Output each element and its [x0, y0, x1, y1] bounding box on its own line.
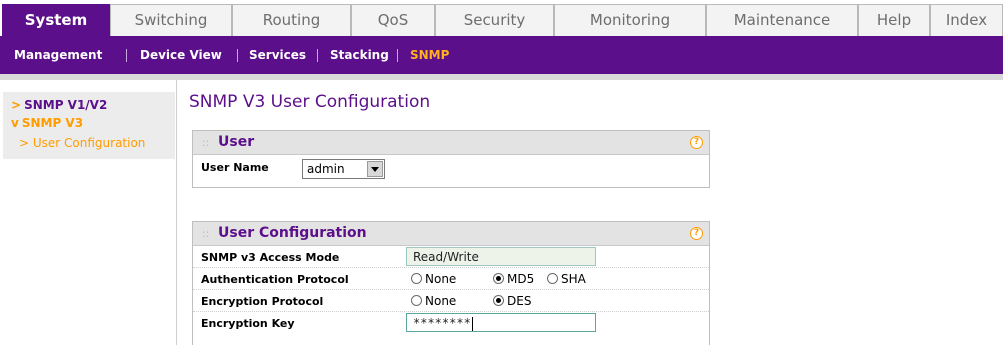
subnav-separator	[126, 49, 127, 62]
access-mode-row: SNMP v3 Access Mode Read/Write	[193, 246, 709, 268]
encryption-key-input[interactable]: ********	[406, 313, 596, 332]
drag-dots-icon: ::	[202, 227, 210, 240]
subnav-separator	[317, 49, 318, 62]
auth-md5-radio[interactable]: MD5	[493, 272, 534, 286]
help-icon[interactable]: ?	[690, 136, 703, 149]
encryption-key-value: ********	[413, 316, 473, 331]
top-nav: System Switching Routing QoS Security Mo…	[0, 0, 1003, 36]
encryption-key-text: ********	[413, 316, 471, 330]
tab-switching[interactable]: Switching	[110, 4, 232, 36]
help-icon[interactable]: ?	[690, 227, 703, 240]
tab-maintenance[interactable]: Maintenance	[706, 4, 858, 36]
radio-selected-icon	[493, 295, 504, 306]
subnav-services[interactable]: Services	[249, 36, 306, 74]
user-section-header: :: User ?	[193, 131, 709, 155]
encryption-key-label: Encryption Key	[201, 317, 295, 330]
leftnav-label: SNMP V1/V2	[24, 98, 108, 112]
auth-md5-label: MD5	[507, 272, 535, 286]
access-mode-value: Read/Write	[413, 250, 479, 264]
leftnav-label: SNMP V3	[21, 116, 84, 130]
encryption-key-row: Encryption Key ********	[193, 312, 709, 334]
encryption-protocol-label: Encryption Protocol	[201, 295, 324, 308]
subnav-snmp[interactable]: SNMP	[410, 36, 449, 74]
user-name-value: admin	[307, 162, 345, 176]
subnav-separator	[237, 49, 238, 62]
enc-none-radio[interactable]: None	[411, 294, 456, 308]
user-section-title: User	[218, 134, 255, 150]
tab-monitoring[interactable]: Monitoring	[554, 4, 706, 36]
text-caret	[471, 316, 473, 331]
user-configuration-title: User Configuration	[218, 225, 367, 241]
radio-icon	[547, 273, 558, 284]
arrow-right-icon: >	[11, 98, 22, 112]
access-mode-field: Read/Write	[406, 247, 596, 266]
auth-none-label: None	[425, 272, 457, 286]
user-configuration-header: :: User Configuration ?	[193, 222, 709, 246]
subnav-stacking[interactable]: Stacking	[330, 36, 389, 74]
user-section: :: User ? User Name admin	[192, 130, 710, 188]
leftnav-snmp-v3[interactable]: v SNMP V3	[11, 116, 83, 130]
leftnav-snmp-v1-v2[interactable]: > SNMP V1/V2	[11, 98, 107, 112]
tab-help[interactable]: Help	[858, 4, 930, 36]
user-configuration-section: :: User Configuration ? SNMP v3 Access M…	[192, 221, 710, 345]
enc-none-label: None	[425, 294, 457, 308]
subnav-separator	[397, 49, 398, 62]
enc-des-label: DES	[507, 294, 532, 308]
radio-icon	[411, 273, 422, 284]
radio-selected-icon	[493, 273, 504, 284]
auth-sha-radio[interactable]: SHA	[547, 272, 586, 286]
drag-dots-icon: ::	[202, 136, 210, 149]
user-name-select[interactable]: admin	[302, 159, 385, 179]
tab-qos[interactable]: QoS	[351, 4, 435, 36]
access-mode-label: SNMP v3 Access Mode	[201, 251, 340, 264]
user-name-row: User Name admin	[193, 155, 709, 179]
auth-sha-label: SHA	[561, 272, 586, 286]
tab-system[interactable]: System	[2, 4, 110, 36]
sub-nav: Management Device View Services Stacking…	[0, 36, 1003, 74]
encryption-protocol-row: Encryption Protocol None DES	[193, 290, 709, 312]
chevron-down-icon: v	[11, 116, 19, 130]
leftnav-user-configuration[interactable]: > User Configuration	[19, 136, 145, 150]
tab-security[interactable]: Security	[435, 4, 554, 36]
user-name-label: User Name	[201, 161, 269, 174]
auth-protocol-row: Authentication Protocol None MD5 SHA	[193, 268, 709, 290]
radio-icon	[411, 295, 422, 306]
tab-routing[interactable]: Routing	[232, 4, 351, 36]
chevron-down-icon[interactable]	[367, 161, 383, 177]
page-title: SNMP V3 User Configuration	[189, 92, 431, 112]
auth-protocol-label: Authentication Protocol	[201, 273, 349, 286]
auth-none-radio[interactable]: None	[411, 272, 456, 286]
tab-index[interactable]: Index	[930, 4, 1003, 36]
left-nav: > SNMP V1/V2 v SNMP V3 > User Configuratio…	[0, 80, 177, 345]
subnav-device-view[interactable]: Device View	[140, 36, 222, 74]
subnav-management[interactable]: Management	[14, 36, 102, 74]
left-nav-panel: > SNMP V1/V2 v SNMP V3 > User Configuratio…	[3, 92, 175, 159]
enc-des-radio[interactable]: DES	[493, 294, 531, 308]
